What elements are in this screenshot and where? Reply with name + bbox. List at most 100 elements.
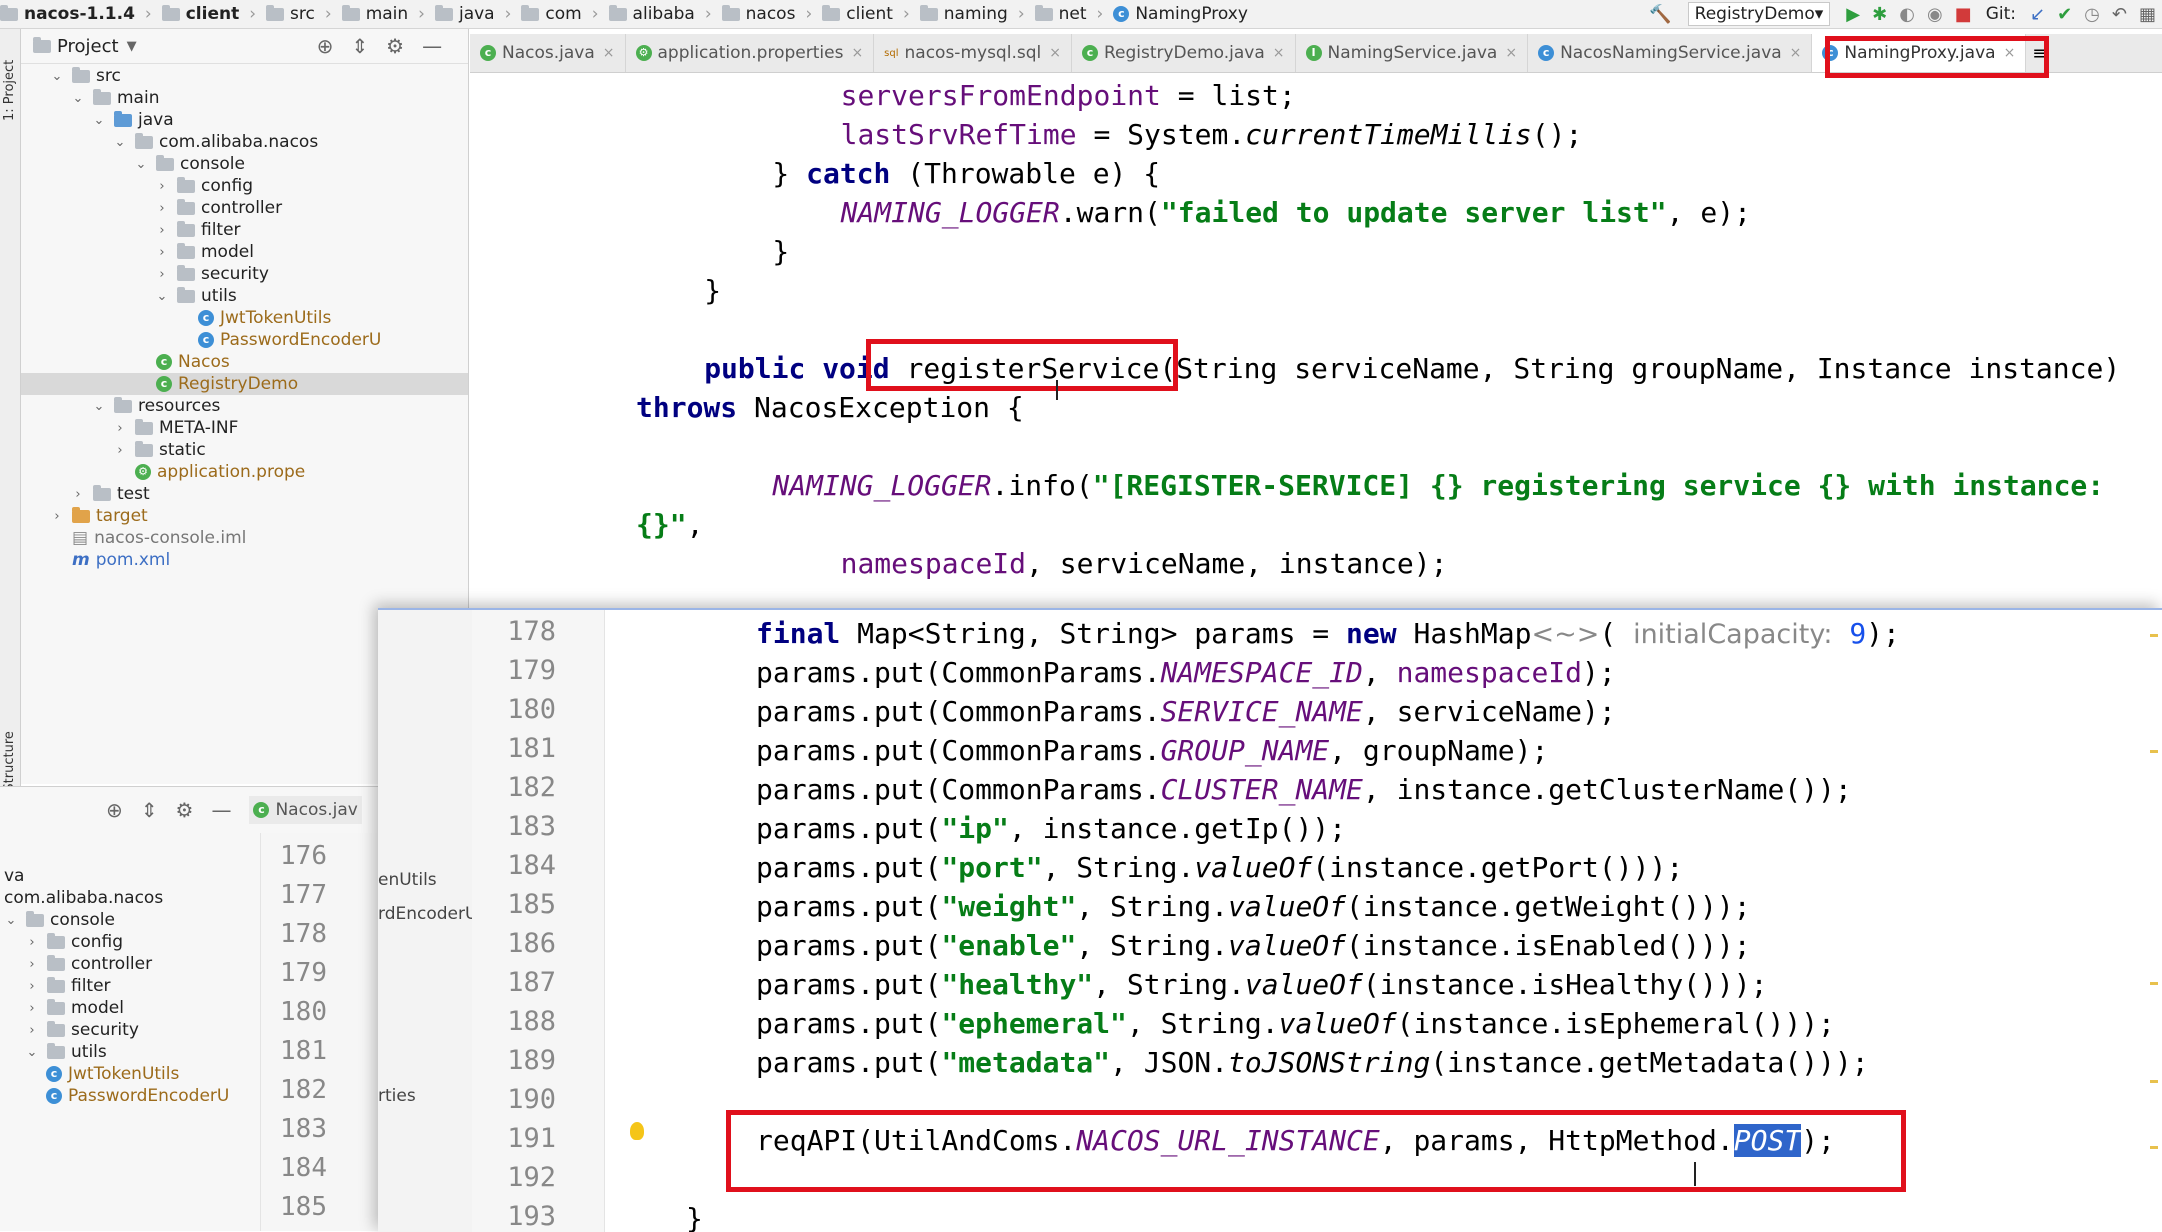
collapsed-chevron-icon[interactable]: › [155, 223, 169, 238]
tree-item[interactable]: c RegistryDemo [21, 373, 468, 395]
debug-icon[interactable]: ✱ [1872, 4, 1887, 25]
editor-tab[interactable]: c RegistryDemo.java × [1072, 34, 1296, 72]
tree-item[interactable]: › controller [21, 197, 468, 219]
breadcrumb-item[interactable]: alibaba [608, 4, 695, 24]
editor-tab[interactable]: c NamingProxy.java × [1812, 34, 2027, 72]
tree-item[interactable]: ⌄ utils [0, 1041, 107, 1063]
collapsed-chevron-icon[interactable]: › [25, 979, 39, 994]
collapse-icon[interactable]: ⇕ [351, 34, 368, 58]
tree-item[interactable]: c PasswordEncoderU [0, 1085, 229, 1107]
tree-item[interactable]: m pom.xml [21, 549, 468, 571]
code-line[interactable]: params.put("weight", String.valueOf(inst… [756, 887, 1751, 926]
code-line[interactable]: NAMING_LOGGER.warn("failed to update ser… [841, 193, 1751, 232]
code-line[interactable]: lastSrvRefTime = System.currentTimeMilli… [841, 115, 1583, 154]
tree-item[interactable]: c JwtTokenUtils [21, 307, 468, 329]
breadcrumb-item[interactable]: naming [919, 4, 1008, 24]
close-icon[interactable]: × [851, 45, 863, 61]
code-line[interactable]: throws NacosException { [636, 388, 1024, 427]
error-stripe-mark[interactable] [2150, 982, 2158, 985]
breadcrumb-item[interactable]: nacos [721, 4, 795, 24]
tree-item[interactable]: › security [21, 263, 468, 285]
hammer-icon[interactable]: 🔨 [1649, 4, 1671, 25]
code-line[interactable]: {}", [636, 505, 703, 544]
tree-item[interactable]: ⌄ com.alibaba.nacos [21, 131, 468, 153]
close-icon[interactable]: × [1505, 45, 1517, 61]
collapsed-chevron-icon[interactable]: › [113, 421, 127, 436]
tree-item[interactable]: c Nacos [21, 351, 468, 373]
code-line[interactable]: params.put(CommonParams.NAMESPACE_ID, na… [756, 653, 1616, 692]
tree-item[interactable]: › security [0, 1019, 139, 1041]
collapsed-chevron-icon[interactable]: › [155, 245, 169, 260]
collapsed-chevron-icon[interactable]: › [25, 957, 39, 972]
commit-icon[interactable]: ✔ [2057, 4, 2072, 25]
breadcrumb-item[interactable]: main [341, 4, 408, 24]
expanded-chevron-icon[interactable]: ⌄ [50, 69, 64, 84]
code-line[interactable]: NAMING_LOGGER.info("[REGISTER-SERVICE] {… [772, 466, 2104, 505]
expanded-chevron-icon[interactable]: ⌄ [92, 113, 106, 128]
project-tool-tab[interactable]: 1: Project [2, 60, 17, 121]
tree-item[interactable]: › config [0, 931, 123, 953]
close-icon[interactable]: × [1049, 45, 1061, 61]
collapsed-chevron-icon[interactable]: › [155, 267, 169, 282]
tree-item[interactable]: ⌄ console [0, 909, 115, 931]
code-line[interactable]: } [686, 1199, 703, 1232]
editor-tab[interactable]: c NacosNamingService.java × [1528, 34, 1813, 72]
expanded-chevron-icon[interactable]: ⌄ [155, 289, 169, 304]
breadcrumb-item[interactable]: java [434, 4, 495, 24]
tree-item[interactable]: ⌄ console [21, 153, 468, 175]
tree-item[interactable]: com.alibaba.nacos [0, 887, 163, 909]
expanded-chevron-icon[interactable]: ⌄ [113, 135, 127, 150]
tree-item[interactable]: › model [21, 241, 468, 263]
error-stripe-mark[interactable] [2150, 634, 2158, 637]
collapsed-chevron-icon[interactable]: › [25, 1023, 39, 1038]
error-stripe-mark[interactable] [2150, 1146, 2158, 1149]
tree-item[interactable]: va [0, 865, 24, 887]
gear-icon[interactable]: ⚙ [176, 798, 194, 822]
code-line[interactable]: namespaceId, serviceName, instance); [841, 544, 1448, 583]
code-line[interactable]: reqAPI(UtilAndComs.NACOS_URL_INSTANCE, p… [756, 1121, 1835, 1160]
layout-icon[interactable]: ▦ [2139, 4, 2156, 25]
editor-tab[interactable]: sql nacos-mysql.sql × [874, 34, 1072, 72]
tab-list-icon[interactable]: ≡ [2032, 43, 2047, 64]
code-line[interactable]: serversFromEndpoint = list; [841, 76, 1296, 115]
editor-tab[interactable]: ⚙ application.properties × [626, 34, 875, 72]
run-config-select[interactable]: RegistryDemo ▾ [1687, 2, 1831, 26]
collapsed-chevron-icon[interactable]: › [155, 201, 169, 216]
tree-item[interactable]: › META-INF [21, 417, 468, 439]
run-icon[interactable]: ▶ [1846, 4, 1860, 25]
editor-tab[interactable]: I NamingService.java × [1296, 34, 1529, 72]
tree-item[interactable]: › test [21, 483, 468, 505]
code-line[interactable]: } [704, 271, 721, 310]
lower-panel-tab[interactable]: c Nacos.jav [249, 796, 362, 824]
tree-item[interactable]: › static [21, 439, 468, 461]
breadcrumb-item[interactable]: c NamingProxy [1113, 4, 1248, 24]
expanded-chevron-icon[interactable]: ⌄ [92, 399, 106, 414]
breadcrumb-item[interactable]: client [161, 4, 239, 24]
breadcrumb-item[interactable]: client [822, 4, 893, 24]
breadcrumb-item[interactable]: com [521, 4, 582, 24]
revert-icon[interactable]: ↶ [2112, 4, 2127, 25]
close-icon[interactable]: × [1790, 45, 1802, 61]
tree-item[interactable]: › filter [21, 219, 468, 241]
tree-item[interactable]: › controller [0, 953, 152, 975]
expanded-chevron-icon[interactable]: ⌄ [134, 157, 148, 172]
editor-tab[interactable]: c Nacos.java × [470, 34, 626, 72]
coverage-icon[interactable]: ◐ [1899, 4, 1915, 25]
code-line[interactable]: } catch (Throwable e) { [772, 154, 1160, 193]
intention-bulb-icon[interactable] [630, 1122, 644, 1140]
locate-icon[interactable]: ⊕ [106, 798, 123, 822]
tree-item[interactable]: ⚙ application.prope [21, 461, 468, 483]
close-icon[interactable]: × [2004, 45, 2016, 61]
code-line[interactable]: params.put("port", String.valueOf(instan… [756, 848, 1683, 887]
tree-item[interactable]: ▤ nacos-console.iml [21, 527, 468, 549]
tree-item[interactable]: c JwtTokenUtils [0, 1063, 179, 1085]
tree-item[interactable]: ⌄ java [21, 109, 468, 131]
tree-item[interactable]: ⌄ main [21, 87, 468, 109]
code-line[interactable]: params.put("enable", String.valueOf(inst… [756, 926, 1751, 965]
code-line[interactable]: params.put(CommonParams.CLUSTER_NAME, in… [756, 770, 1852, 809]
code-line[interactable]: params.put("ip", instance.getIp()); [756, 809, 1346, 848]
tree-item[interactable]: ⌄ resources [21, 395, 468, 417]
collapsed-chevron-icon[interactable]: › [71, 487, 85, 502]
collapsed-chevron-icon[interactable]: › [155, 179, 169, 194]
breadcrumb-item[interactable]: net [1034, 4, 1087, 24]
